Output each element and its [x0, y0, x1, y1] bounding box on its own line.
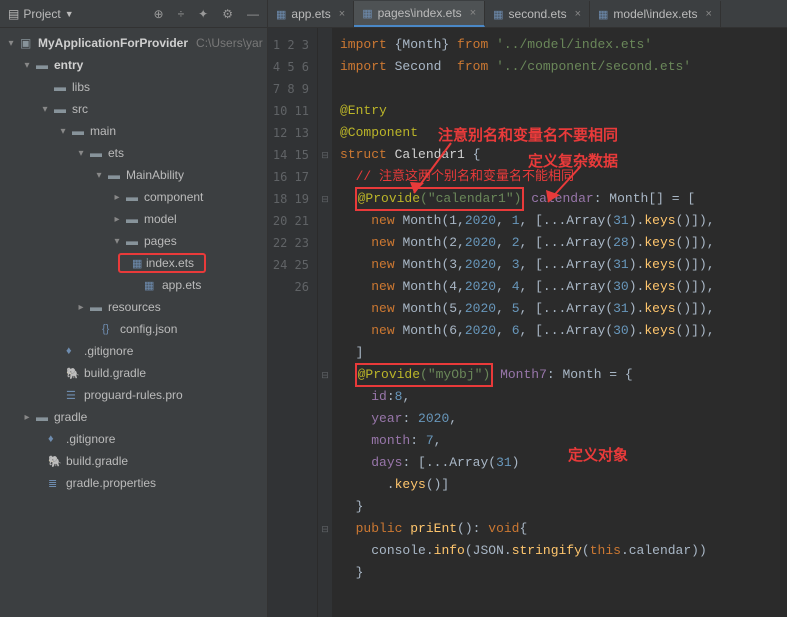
close-icon[interactable]: ×	[575, 8, 581, 20]
tree-proguard[interactable]: ☰proguard-rules.pro	[0, 384, 267, 406]
folder-icon: ▬	[36, 410, 50, 424]
line-gutter: 1 2 3 4 5 6 7 8 9 10 11 12 13 14 15 16 1…	[268, 28, 318, 617]
file-icon: ☰	[66, 389, 80, 402]
hide-icon[interactable]: —	[247, 7, 259, 21]
folder-icon: ▬	[126, 212, 140, 226]
editor-panel: ▦app.ets× ▦pages\index.ets× ▦second.ets×…	[268, 0, 787, 617]
ets-file-icon: ▦	[362, 7, 372, 20]
project-icon: ▣	[20, 36, 34, 50]
close-icon[interactable]: ×	[339, 8, 345, 20]
close-icon[interactable]: ×	[705, 8, 711, 20]
folder-icon: ▬	[90, 300, 104, 314]
tab-app-ets[interactable]: ▦app.ets×	[268, 1, 354, 27]
tree-gradle[interactable]: ▸▬gradle	[0, 406, 267, 428]
folder-icon: ▬	[54, 102, 68, 116]
tree-libs[interactable]: ▬libs	[0, 76, 267, 98]
git-file-icon: ♦	[66, 345, 80, 357]
tree-ets[interactable]: ▾▬ets	[0, 142, 267, 164]
tree-resources[interactable]: ▸▬resources	[0, 296, 267, 318]
close-icon[interactable]: ×	[470, 7, 476, 19]
ets-file-icon: ▦	[144, 279, 158, 292]
git-file-icon: ♦	[48, 433, 62, 445]
tree-gitignore-1[interactable]: ♦.gitignore	[0, 340, 267, 362]
tree-build-gradle-2[interactable]: 🐘build.gradle	[0, 450, 267, 472]
tab-second-ets[interactable]: ▦second.ets×	[485, 1, 590, 27]
project-tree: ▾▣MyApplicationForProviderC:\Users\yar ▾…	[0, 28, 267, 617]
json-file-icon: {}	[102, 323, 116, 335]
tree-build-gradle-1[interactable]: 🐘build.gradle	[0, 362, 267, 384]
target-icon[interactable]: ⊕	[154, 7, 164, 21]
tree-main[interactable]: ▾▬main	[0, 120, 267, 142]
project-icon: ▤	[8, 7, 19, 21]
collapse-icon[interactable]: ✦	[198, 7, 208, 21]
tree-project-root[interactable]: ▾▣MyApplicationForProviderC:\Users\yar	[0, 32, 267, 54]
code-content[interactable]: import {Month} from '../model/index.ets'…	[332, 28, 787, 617]
folder-icon: ▬	[108, 168, 122, 182]
folder-icon: ▬	[72, 124, 86, 138]
folder-icon: ▬	[126, 190, 140, 204]
folder-icon: ▬	[36, 58, 50, 72]
tree-gitignore-2[interactable]: ♦.gitignore	[0, 428, 267, 450]
tree-mainability[interactable]: ▾▬MainAbility	[0, 164, 267, 186]
tree-model[interactable]: ▸▬model	[0, 208, 267, 230]
tree-config-json[interactable]: {}config.json	[0, 318, 267, 340]
tree-index-ets[interactable]: ▦index.ets	[0, 252, 267, 274]
chevron-down-icon: ▼	[65, 9, 74, 19]
editor-tabs: ▦app.ets× ▦pages\index.ets× ▦second.ets×…	[268, 0, 787, 28]
tree-gradle-props[interactable]: ≣gradle.properties	[0, 472, 267, 494]
sidebar-header: ▤ Project ▼ ⊕ ÷ ✦ ⚙ —	[0, 0, 267, 28]
gear-icon[interactable]: ⚙	[222, 7, 233, 21]
folder-icon: ▬	[90, 146, 104, 160]
gradle-file-icon: 🐘	[66, 367, 80, 380]
tree-src[interactable]: ▾▬src	[0, 98, 267, 120]
ets-file-icon: ▦	[493, 8, 503, 21]
tree-pages[interactable]: ▾▬pages	[0, 230, 267, 252]
project-sidebar: ▤ Project ▼ ⊕ ÷ ✦ ⚙ — ▾▣MyApplicationFor…	[0, 0, 268, 617]
props-file-icon: ≣	[48, 477, 62, 490]
tab-model-index[interactable]: ▦model\index.ets×	[590, 1, 721, 27]
ets-file-icon: ▦	[132, 257, 146, 270]
ets-file-icon: ▦	[276, 8, 286, 21]
tab-pages-index[interactable]: ▦pages\index.ets×	[354, 1, 485, 27]
ets-file-icon: ▦	[598, 8, 608, 21]
expand-icon[interactable]: ÷	[178, 7, 185, 21]
tree-entry[interactable]: ▾▬entry	[0, 54, 267, 76]
folder-icon: ▬	[54, 80, 68, 94]
tree-component[interactable]: ▸▬component	[0, 186, 267, 208]
gradle-file-icon: 🐘	[48, 455, 62, 468]
folder-icon: ▬	[126, 234, 140, 248]
tree-app-ets[interactable]: ▦app.ets	[0, 274, 267, 296]
sidebar-title[interactable]: ▤ Project ▼	[8, 7, 74, 21]
fold-column[interactable]: ⊟ ⊟ ⊟ ⊟	[318, 28, 332, 617]
